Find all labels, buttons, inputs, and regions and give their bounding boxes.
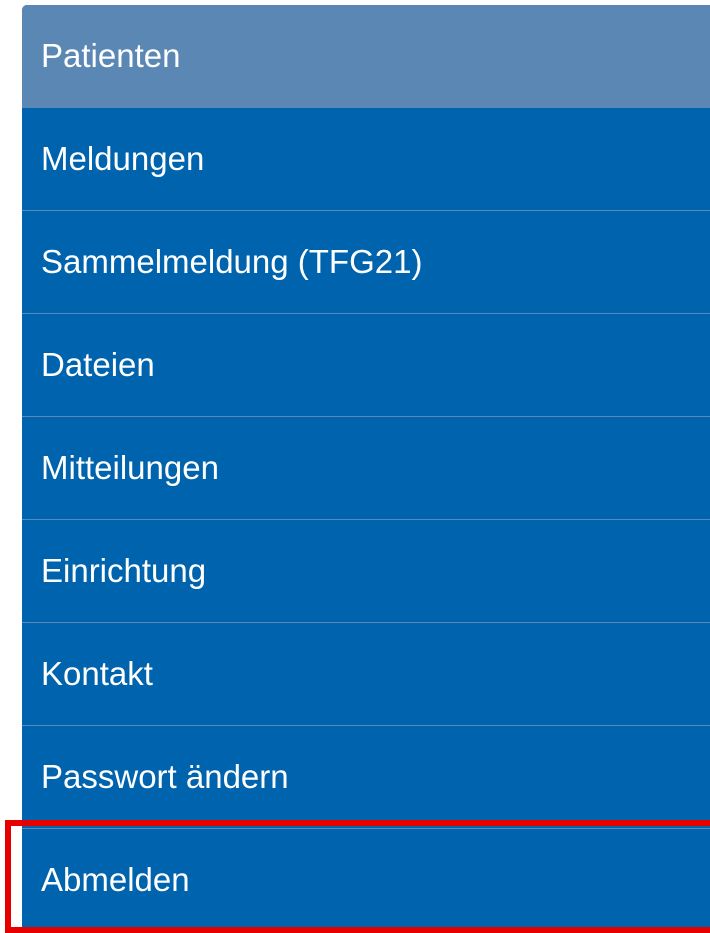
menu-item-abmelden[interactable]: Abmelden xyxy=(22,829,710,931)
menu-item-passwort-aendern[interactable]: Passwort ändern xyxy=(22,726,710,829)
menu-item-label: Patienten xyxy=(41,37,181,74)
menu-item-label: Mitteilungen xyxy=(41,449,219,486)
menu-item-kontakt[interactable]: Kontakt xyxy=(22,623,710,726)
menu-item-label: Sammelmeldung (TFG21) xyxy=(41,243,423,280)
menu-item-patienten[interactable]: Patienten xyxy=(22,5,710,108)
menu-item-einrichtung[interactable]: Einrichtung xyxy=(22,520,710,623)
menu-item-label: Meldungen xyxy=(41,140,205,177)
menu-item-label: Abmelden xyxy=(41,861,190,898)
menu-item-label: Dateien xyxy=(41,346,155,383)
menu-item-meldungen[interactable]: Meldungen xyxy=(22,108,710,211)
menu-item-label: Kontakt xyxy=(41,655,153,692)
side-menu: Patienten Meldungen Sammelmeldung (TFG21… xyxy=(22,5,710,931)
menu-item-label: Passwort ändern xyxy=(41,758,289,795)
menu-item-sammelmeldung[interactable]: Sammelmeldung (TFG21) xyxy=(22,211,710,314)
menu-item-label: Einrichtung xyxy=(41,552,207,589)
menu-item-dateien[interactable]: Dateien xyxy=(22,314,710,417)
menu-item-mitteilungen[interactable]: Mitteilungen xyxy=(22,417,710,520)
